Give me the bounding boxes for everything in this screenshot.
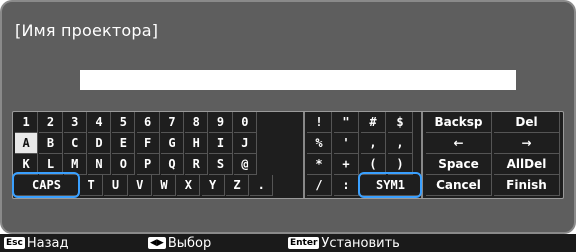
key-sym1[interactable]: SYM1 bbox=[361, 175, 421, 196]
back-label: Назад bbox=[26, 235, 69, 251]
key-char[interactable]: 6 bbox=[136, 112, 160, 133]
key-char[interactable]: C bbox=[63, 133, 87, 154]
key-char[interactable]: 9 bbox=[209, 112, 233, 133]
key-char[interactable]: U bbox=[104, 175, 128, 196]
select-hint: ◀▶ Выбор bbox=[148, 235, 212, 251]
key-char[interactable]: @ bbox=[233, 154, 257, 175]
key-char[interactable]: T bbox=[80, 175, 104, 196]
key-caps[interactable]: CAPS bbox=[15, 175, 79, 196]
key-char[interactable]: I bbox=[209, 133, 233, 154]
key-char[interactable]: 4 bbox=[87, 112, 112, 133]
key-char[interactable]: K bbox=[15, 154, 39, 175]
key-symbol[interactable]: ( bbox=[361, 154, 386, 175]
key-symbol[interactable]: , bbox=[388, 133, 413, 154]
key-char[interactable]: V bbox=[128, 175, 152, 196]
key-symbol[interactable]: * bbox=[307, 154, 332, 175]
key-backsp[interactable]: Backsp bbox=[426, 112, 492, 133]
onscreen-keyboard: 1 2 3 4 5 6 7 8 9 0 A B C D E F G H I J K L M N O P Q R S @ CAPS T U V W X Y… bbox=[12, 111, 564, 199]
key-symbol[interactable]: , bbox=[361, 133, 386, 154]
key-char[interactable]: H bbox=[185, 133, 209, 154]
key-symbol[interactable]: " bbox=[334, 112, 359, 133]
key-char[interactable]: E bbox=[112, 133, 136, 154]
key-left-arrow[interactable]: ← bbox=[426, 133, 492, 154]
key-symbol[interactable]: # bbox=[361, 112, 386, 133]
key-symbol[interactable]: % bbox=[307, 133, 332, 154]
key-char[interactable]: 7 bbox=[160, 112, 185, 133]
enter-key-icon: Enter bbox=[288, 237, 320, 249]
back-button[interactable]: Esc Назад bbox=[4, 235, 69, 251]
enter-label: Установить bbox=[321, 235, 400, 251]
key-char[interactable]: A bbox=[15, 133, 39, 154]
key-space[interactable]: Space bbox=[426, 154, 492, 175]
key-char[interactable]: N bbox=[87, 154, 112, 175]
keyboard-divider bbox=[303, 112, 305, 198]
key-right-arrow[interactable]: → bbox=[494, 133, 560, 154]
key-char[interactable]: 5 bbox=[112, 112, 136, 133]
key-finish[interactable]: Finish bbox=[494, 175, 560, 196]
key-symbol[interactable]: ' bbox=[334, 133, 359, 154]
key-symbol[interactable]: $ bbox=[388, 112, 413, 133]
key-char[interactable]: 8 bbox=[185, 112, 209, 133]
key-char[interactable]: Z bbox=[225, 175, 250, 196]
key-char[interactable]: B bbox=[39, 133, 63, 154]
key-char[interactable]: O bbox=[112, 154, 136, 175]
select-label: Выбор bbox=[167, 235, 212, 251]
projector-name-input[interactable] bbox=[80, 70, 516, 90]
key-alldel[interactable]: AllDel bbox=[494, 154, 560, 175]
dialog-panel: [Имя проектора] 1234567890 ABCDEFGHIJ KLMN… bbox=[0, 0, 576, 234]
key-char[interactable]: R bbox=[185, 154, 209, 175]
key-char[interactable]: Y bbox=[201, 175, 225, 196]
key-char[interactable]: 1 bbox=[15, 112, 39, 133]
key-char[interactable]: X bbox=[177, 175, 201, 196]
key-char[interactable]: Q bbox=[160, 154, 185, 175]
key-char[interactable]: W bbox=[152, 175, 177, 196]
key-char[interactable]: G bbox=[160, 133, 185, 154]
key-cancel[interactable]: Cancel bbox=[426, 175, 492, 196]
key-symbol[interactable]: + bbox=[334, 154, 359, 175]
key-char[interactable]: P bbox=[136, 154, 160, 175]
key-char[interactable]: S bbox=[209, 154, 233, 175]
key-char[interactable]: 0 bbox=[233, 112, 257, 133]
dialog-title: [Имя проектора] bbox=[15, 21, 159, 40]
key-char[interactable]: J bbox=[233, 133, 257, 154]
key-symbol[interactable]: ) bbox=[388, 154, 413, 175]
footer-bar: Esc Назад ◀▶ Выбор Enter Установить bbox=[0, 234, 576, 252]
key-char[interactable]: D bbox=[87, 133, 112, 154]
key-char[interactable]: L bbox=[39, 154, 63, 175]
key-symbol[interactable]: : bbox=[334, 175, 359, 196]
key-char[interactable]: M bbox=[63, 154, 87, 175]
key-char[interactable]: 3 bbox=[63, 112, 87, 133]
esc-key-icon: Esc bbox=[4, 237, 25, 249]
key-symbol[interactable]: / bbox=[307, 175, 332, 196]
keyboard-divider bbox=[421, 112, 423, 198]
enter-hint[interactable]: Enter Установить bbox=[288, 235, 400, 251]
key-del[interactable]: Del bbox=[494, 112, 560, 133]
key-char[interactable]: 2 bbox=[39, 112, 63, 133]
key-char[interactable]: F bbox=[136, 133, 160, 154]
key-char[interactable]: . bbox=[250, 175, 274, 196]
arrow-keys-icon: ◀▶ bbox=[148, 237, 166, 249]
key-symbol[interactable]: ! bbox=[307, 112, 332, 133]
